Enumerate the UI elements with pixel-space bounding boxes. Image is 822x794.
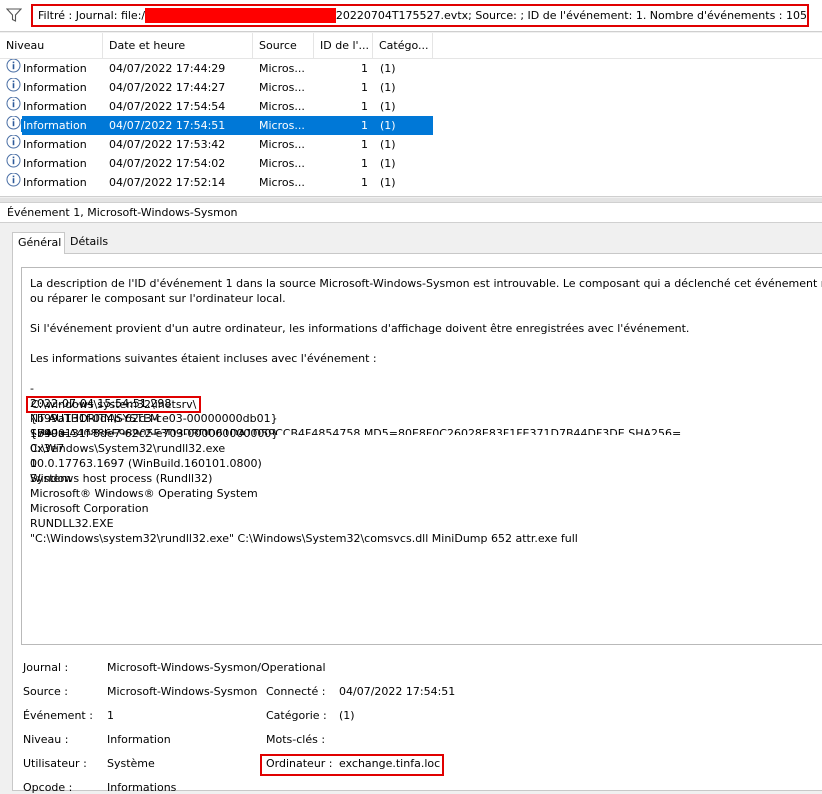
cell-source: Micros...: [259, 157, 305, 170]
cell-category: (1): [380, 81, 396, 94]
cell-level: Information: [6, 135, 101, 155]
cell-level: Information: [6, 78, 101, 98]
opcode-label: Opcode :: [23, 781, 73, 794]
filter-bar: Filtré : Journal: file:/ 20220704T175527…: [0, 0, 822, 32]
filter-suffix: 20220704T175527.evtx; Source: ; ID de l'…: [335, 9, 807, 22]
event-rows: Information 04/07/2022 17:44:29 Micros... 1…: [0, 59, 822, 192]
cell-level: Information: [6, 116, 101, 136]
table-row[interactable]: Information 04/07/2022 17:54:51 Micros... 1…: [0, 116, 822, 135]
event-title: Événement 1, Microsoft-Windows-Sysmon: [0, 202, 822, 223]
cell-level: Information: [6, 173, 101, 193]
filter-icon[interactable]: [5, 8, 23, 25]
level-value: Information: [107, 733, 171, 746]
cell-event-id: 1: [361, 157, 368, 170]
cell-category: (1): [380, 157, 396, 170]
connected-value: 04/07/2022 17:54:51: [339, 685, 456, 698]
computer-value: exchange.tinfa.loc: [339, 757, 441, 770]
user-value: Système: [107, 757, 155, 770]
cell-date: 04/07/2022 17:54:51: [109, 119, 226, 132]
table-row[interactable]: Information 04/07/2022 17:53:42 Micros... 1…: [0, 135, 822, 154]
event-list: Niveau Date et heure Source ID de l'... …: [0, 33, 822, 197]
event-label: Événement :: [23, 709, 93, 722]
cell-level: Information: [6, 59, 101, 79]
info-icon: [6, 135, 21, 155]
cell-source: Micros...: [259, 138, 305, 151]
redacted-path: [145, 8, 336, 23]
computer-label: Ordinateur :: [266, 757, 333, 770]
filter-description: Filtré : Journal: file:/ 20220704T175527…: [31, 4, 809, 27]
column-category[interactable]: Catégo...: [373, 33, 433, 59]
source-value: Microsoft-Windows-Sysmon: [107, 685, 257, 698]
journal-label: Journal :: [23, 661, 69, 674]
filter-prefix: Filtré : Journal: file:/: [38, 9, 146, 22]
table-row[interactable]: Information 04/07/2022 17:54:02 Micros... 1…: [0, 154, 822, 173]
source-label: Source :: [23, 685, 68, 698]
info-icon: [6, 97, 21, 117]
tab-details[interactable]: Détails: [65, 232, 110, 254]
cell-source: Micros...: [259, 81, 305, 94]
event-value: 1: [107, 709, 114, 722]
info-icon: [6, 59, 21, 79]
opcode-value: Informations: [107, 781, 177, 794]
info-icon: [6, 116, 21, 136]
cell-category: (1): [380, 62, 396, 75]
cell-source: Micros...: [259, 119, 305, 132]
table-row[interactable]: Information 04/07/2022 17:54:54 Micros... 1…: [0, 97, 822, 116]
cell-category: (1): [380, 138, 396, 151]
cell-event-id: 1: [361, 119, 368, 132]
cell-date: 04/07/2022 17:54:02: [109, 157, 226, 170]
cell-source: Micros...: [259, 176, 305, 189]
category-value: (1): [339, 709, 355, 722]
cell-date: 04/07/2022 17:44:27: [109, 81, 226, 94]
keywords-label: Mots-clés :: [266, 733, 326, 746]
cell-event-id: 1: [361, 62, 368, 75]
connected-label: Connecté :: [266, 685, 326, 698]
user-label: Utilisateur :: [23, 757, 87, 770]
cell-event-id: 1: [361, 176, 368, 189]
cell-level: Information: [6, 154, 101, 174]
cell-category: (1): [380, 176, 396, 189]
cell-source: Micros...: [259, 62, 305, 75]
category-label: Catégorie :: [266, 709, 327, 722]
column-source[interactable]: Source: [253, 33, 314, 59]
tab-general[interactable]: Général: [12, 232, 65, 254]
general-tab-pane: La description de l'ID d'événement 1 dan…: [12, 253, 822, 794]
column-event-id[interactable]: ID de l'...: [314, 33, 373, 59]
info-icon: [6, 173, 21, 193]
table-row[interactable]: Information 04/07/2022 17:52:14 Micros... 1…: [0, 173, 822, 192]
journal-value: Microsoft-Windows-Sysmon/Operational: [107, 661, 326, 674]
table-row[interactable]: Information 04/07/2022 17:44:27 Micros... 1…: [0, 78, 822, 97]
cell-date: 04/07/2022 17:52:14: [109, 176, 226, 189]
event-properties: Journal : Microsoft-Windows-Sysmon/Opera…: [13, 254, 822, 794]
column-level[interactable]: Niveau: [0, 33, 103, 59]
cell-category: (1): [380, 100, 396, 113]
cell-event-id: 1: [361, 138, 368, 151]
cell-date: 04/07/2022 17:44:29: [109, 62, 226, 75]
cell-level: Information: [6, 97, 101, 117]
event-list-header: Niveau Date et heure Source ID de l'... …: [0, 33, 822, 59]
cell-event-id: 1: [361, 81, 368, 94]
level-label: Niveau :: [23, 733, 69, 746]
cell-category: (1): [380, 119, 396, 132]
table-row[interactable]: Information 04/07/2022 17:44:29 Micros... 1…: [0, 59, 822, 78]
info-icon: [6, 78, 21, 98]
cell-date: 04/07/2022 17:53:42: [109, 138, 226, 151]
cell-event-id: 1: [361, 100, 368, 113]
column-date[interactable]: Date et heure: [103, 33, 253, 59]
info-icon: [6, 154, 21, 174]
cell-date: 04/07/2022 17:54:54: [109, 100, 226, 113]
cell-source: Micros...: [259, 100, 305, 113]
